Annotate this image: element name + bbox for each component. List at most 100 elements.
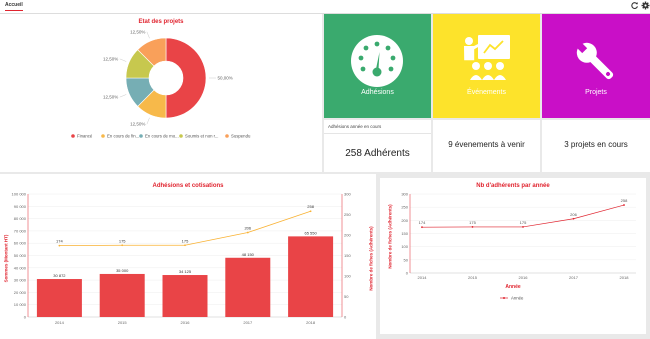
line-value-label: 206 (570, 212, 577, 217)
line-value-label: 175 (469, 220, 476, 225)
x-tick-label: 2017 (243, 320, 253, 325)
y-tick-label: 80 000 (14, 216, 27, 221)
line-point (572, 217, 575, 220)
bar (162, 275, 208, 317)
y-tick-label: 30 000 (14, 278, 27, 283)
y-tick-label: 200 (401, 218, 408, 223)
y-tick-label: 0 (406, 271, 409, 276)
line-point (121, 244, 124, 247)
y-tick-label: 40 000 (14, 265, 27, 270)
y2-tick-label: 0 (344, 315, 347, 320)
line-value-label: 258 (621, 198, 628, 203)
bar-value-label: 65 550 (304, 230, 317, 235)
x-tick-label: 2017 (569, 275, 579, 280)
legend-label: Financé (77, 134, 93, 139)
panel-nb-adherents: Nb d'adhérents par année Nombre de fiche… (380, 178, 646, 334)
line-point (184, 244, 186, 247)
y-tick-label: 70 000 (14, 228, 27, 233)
y-tick-label: 100 (401, 244, 408, 249)
top-bar: Accueil (0, 0, 650, 14)
y2-tick-label: 50 (344, 294, 349, 299)
stat-adhesions-value: 258 Adhérents (345, 148, 410, 159)
legend-swatch (139, 134, 143, 138)
stat-evenements: 9 évenements à venir (433, 120, 540, 172)
line-point (623, 204, 625, 206)
tile-adhesions-label: Adhésions (361, 89, 394, 96)
tile-projets-label: Projets (585, 89, 607, 96)
bar-value-label: 48 150 (242, 252, 255, 257)
legend-label: En cours de mo... (145, 134, 179, 139)
line-point (58, 244, 61, 247)
line-value-label: 206 (244, 226, 251, 231)
pie-slice-label: 12,50% (103, 95, 118, 100)
pie-label-line (146, 31, 150, 39)
x-tick-label: 2016 (519, 275, 529, 280)
pie-chart: 50,00% 12,50% 12,50% 12,50% 12,50% Financé En … (71, 29, 251, 139)
pie-slice-label: 50,00% (218, 76, 233, 81)
gear-icon[interactable] (641, 1, 650, 10)
presentation-icon (464, 35, 510, 80)
bar-value-label: 35 000 (116, 268, 129, 273)
legend-swatch (503, 297, 505, 299)
legend-label: Année (511, 296, 524, 301)
y2-tick-label: 150 (344, 253, 351, 258)
line-point (522, 226, 524, 228)
bar (225, 257, 271, 317)
bar-value-label: 30 872 (53, 273, 66, 278)
y2-tick-label: 200 (344, 233, 351, 238)
line-point (309, 210, 312, 213)
y2-tick-label: 300 (344, 192, 351, 197)
tile-projets[interactable]: Projets (542, 14, 650, 118)
y-tick-label: 100 000 (12, 192, 27, 197)
refresh-icon[interactable] (630, 1, 639, 10)
legend-swatch (101, 134, 105, 138)
stat-adhesions: Adhésions année en cours 258 Adhérents (324, 120, 431, 172)
line-value-label: 175 (119, 238, 126, 243)
bar (288, 236, 334, 317)
x-tick-label: 2018 (306, 320, 316, 325)
legend-label: En cours de fin... (107, 134, 139, 139)
line-point (246, 231, 249, 234)
pie-slice-label: 12,50% (130, 29, 145, 34)
stat-projets: 3 projets en cours (542, 120, 650, 172)
bar (99, 273, 145, 317)
pie-label-line (119, 94, 127, 98)
bar (36, 279, 82, 317)
line-value-label: 174 (419, 220, 426, 225)
gauge-icon (351, 35, 403, 87)
y-tick-label: 0 (24, 315, 27, 320)
y-tick-label: 50 000 (14, 253, 27, 258)
y-tick-label: 250 (401, 205, 408, 210)
stat-projets-value: 3 projets en cours (564, 140, 628, 149)
legend-swatch (225, 134, 229, 138)
y2-tick-label: 250 (344, 212, 351, 217)
line-value-label: 175 (520, 220, 527, 225)
x-tick-label: 2016 (181, 320, 191, 325)
x-tick-label: 2014 (418, 275, 428, 280)
pie-slice-label: 12,50% (103, 56, 118, 61)
pie-slice (165, 37, 207, 119)
tile-evenements[interactable]: Événements (433, 14, 540, 118)
legend-label: Suspendu (231, 134, 251, 139)
line-value-label: 174 (56, 239, 63, 244)
y-tick-label: 60 000 (14, 241, 27, 246)
legend-swatch (179, 134, 183, 138)
x-tick-label: 2015 (468, 275, 478, 280)
tile-evenements-label: Événements (467, 89, 506, 96)
x-tick-label: 2014 (55, 320, 65, 325)
x-tick-label: 2015 (118, 320, 128, 325)
tab-accueil[interactable]: Accueil (5, 2, 23, 11)
tile-adhesions[interactable]: Adhésions (324, 14, 431, 118)
y-tick-label: 50 (404, 257, 409, 262)
y-tick-label: 90 000 (14, 204, 27, 209)
bar-value-label: 34 125 (179, 269, 192, 274)
line-chart: 0 50 100 150 200 250 300 2014 2015 2016 2017 2018 17… (401, 192, 636, 301)
y2-tick-label: 100 (344, 274, 351, 279)
y-tick-label: 150 (401, 231, 408, 236)
bar-chart: 0 10 000 20 000 30 000 40 000 50 000 60 000 70 … (12, 192, 352, 326)
line-value-label: 175 (182, 238, 189, 243)
legend-swatch (71, 134, 75, 138)
divider (324, 133, 431, 134)
x-tick-label: 2018 (620, 275, 630, 280)
y-tick-label: 300 (401, 192, 408, 197)
